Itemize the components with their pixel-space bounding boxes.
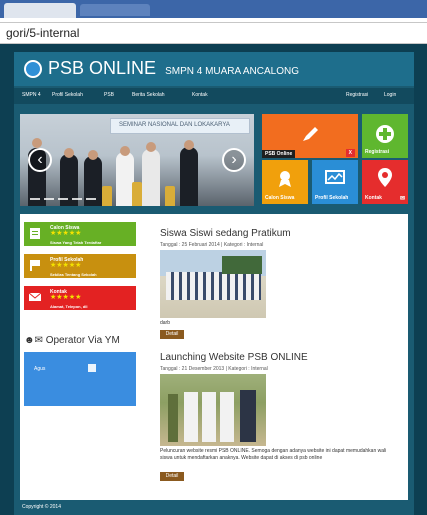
slider-dot[interactable] [44,198,54,200]
tile-calon-siswa[interactable]: Calon Siswa [262,160,308,204]
post-excerpt: darb [160,320,171,326]
sidebox-profil-sekolah[interactable]: Profil Sekolah ★★★★★ Sekilas Tentang Sek… [24,254,136,278]
browser-chrome: gori/5-internal [0,0,427,44]
slider-dot[interactable] [86,198,96,200]
head-shape [32,138,42,148]
nav-item-login[interactable]: Login [384,92,396,98]
slider-dot[interactable] [58,198,68,200]
site-title: PSB ONLINE SMPN 4 MUARA ANCALONG [48,58,299,79]
trophy-icon [165,186,175,206]
tile-label: Kontak [365,195,382,201]
brand-subtitle: SMPN 4 MUARA ANCALONG [165,66,299,77]
detail-button[interactable]: Detail [160,472,184,481]
post-title[interactable]: Siswa Siswi sedang Pratikum [160,228,291,239]
nav-item-smpn4[interactable]: SMPN 4 [22,92,41,98]
ym-icon: ☻✉ [24,335,43,346]
tile-label: PSB Online [262,150,296,158]
nav-item-kontak[interactable]: Kontak [192,92,208,98]
url-text: gori/5-internal [6,26,80,40]
nav-item-berita[interactable]: Berita Sekolah [132,92,165,98]
pencil-icon [303,127,318,141]
sidebox-kontak[interactable]: Kontak ★★★★★ Alamat, Telepon, dll [24,286,136,310]
sidebox-desc: Sekilas Tentang Sekolah [50,272,97,277]
location-pin-icon [378,168,392,187]
post-title[interactable]: Launching Website PSB ONLINE [160,352,308,363]
nav-item-profil[interactable]: Profil Sekolah [52,92,83,98]
slider-prev-icon[interactable]: ‹ [28,148,52,172]
rating-stars: ★★★★★ [50,230,82,237]
person-shape [240,390,256,442]
main-content: Calon Siswa ★★★★★ Siswa Yang Telah Terda… [20,214,408,500]
post-image[interactable] [160,250,266,318]
head-shape [146,142,156,152]
ym-heading: ☻✉ Operator Via YM [24,335,120,346]
sidebox-desc: Alamat, Telepon, dll [50,304,88,309]
post-image[interactable] [160,374,266,446]
brand-text: PSB ONLINE [48,58,157,78]
tile-registrasi[interactable]: Registrasi [362,114,408,158]
post-meta: Tanggal : 25 Februari 2014 | Kategori : … [160,242,264,248]
site-header: PSB ONLINE SMPN 4 MUARA ANCALONG [14,52,414,86]
tree-shape [222,256,262,274]
person-shape [220,392,234,442]
slider-dot[interactable] [30,198,40,200]
ym-status-icon[interactable] [88,364,96,372]
slider-banner: SEMINAR NASIONAL DAN LOKAKARYA [110,118,250,134]
address-bar[interactable]: gori/5-internal [0,22,427,44]
slider-dots [30,198,110,202]
nav-item-registrasi[interactable]: Registrasi [346,92,368,98]
tile-label: Registrasi [365,149,390,155]
main-nav: SMPN 4 Profil Sekolah PSB Berita Sekolah… [14,88,414,104]
browser-tab-secondary[interactable] [80,4,150,16]
ym-operator-name: Agus [34,366,46,372]
school-logo-icon [24,60,42,78]
post-excerpt: Peluncuran website resmi PSB ONLINE. Sem… [160,448,387,461]
tile-kontak[interactable]: Kontak ✉ [362,160,408,204]
clipboard-icon [30,228,40,239]
ym-title-text: Operator Via YM [45,335,120,346]
head-shape [120,146,130,156]
footer-copyright: Copyright © 2014 [22,504,61,510]
sidebox-desc: Siswa Yang Telah Terdaftar [50,240,102,245]
flag-icon [30,260,40,271]
person-shape [142,149,160,206]
tile-label: Calon Siswa [265,195,295,201]
image-slider[interactable]: SEMINAR NASIONAL DAN LOKAKARYA ‹ › [20,114,254,206]
person-shape [184,392,198,442]
post-meta: Tanggal : 21 Desember 2013 | Kategori : … [160,366,268,372]
tile-psb-online[interactable]: PSB Online X [262,114,358,158]
mail-icon: ✉ [399,196,405,202]
rating-stars: ★★★★★ [50,262,82,269]
person-shape [180,147,198,206]
banner-text: SEMINAR NASIONAL DAN LOKAKARYA [119,122,230,128]
plus-circle-icon [376,125,394,143]
students-group [166,272,261,300]
trophy-icon [132,182,142,206]
person-shape [168,394,178,442]
tab-strip [0,0,427,18]
slider-next-icon[interactable]: › [222,148,246,172]
head-shape [88,150,98,160]
slider-dot[interactable] [72,198,82,200]
sidebox-calon-siswa[interactable]: Calon Siswa ★★★★★ Siswa Yang Telah Terda… [24,222,136,246]
detail-button[interactable]: Detail [160,330,184,339]
monitor-chart-icon [325,170,345,184]
tile-sub: X [345,149,355,157]
website: PSB ONLINE SMPN 4 MUARA ANCALONG SMPN 4 … [14,52,414,515]
tile-label: Profil Sekolah [315,195,349,201]
envelope-icon [29,292,41,301]
ym-operator-box[interactable]: Agus [24,352,136,406]
tile-profil-sekolah[interactable]: Profil Sekolah [312,160,358,204]
rating-stars: ★★★★★ [50,294,82,301]
person-shape [202,392,216,442]
trophy-icon [102,186,112,206]
nav-item-psb[interactable]: PSB [104,92,114,98]
head-shape [184,140,194,150]
award-icon [279,171,291,187]
browser-tab[interactable] [4,3,76,18]
head-shape [64,148,74,158]
